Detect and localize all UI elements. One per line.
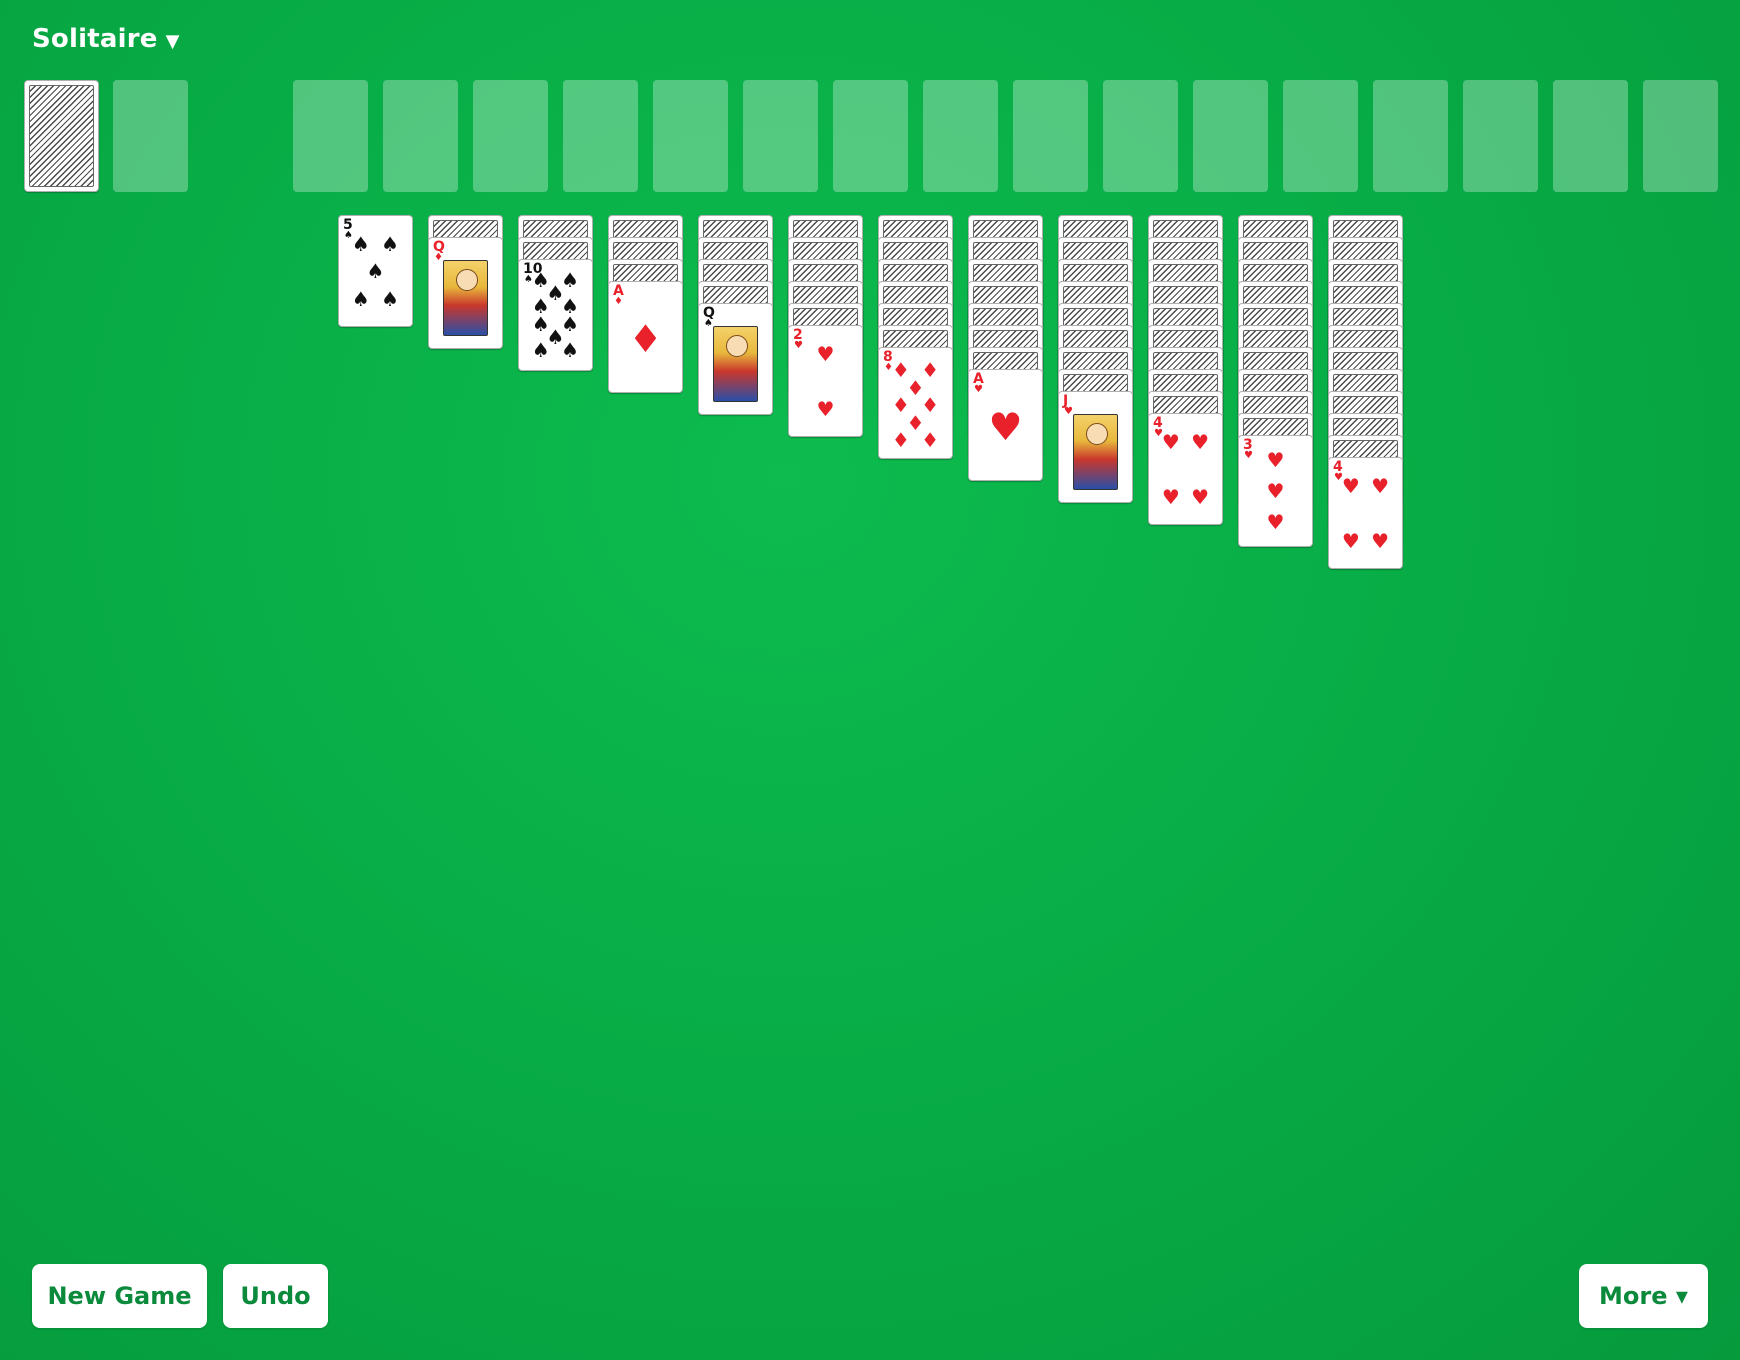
foundation-slot: [1553, 80, 1628, 192]
hearts-icon: ♥: [1161, 484, 1180, 509]
tableau-card-a-hearts[interactable]: A ♥ ♥: [968, 369, 1043, 481]
foundation-slot: [1283, 80, 1358, 192]
game-title-label: Solitaire: [32, 24, 158, 54]
spades-icon: ♠: [381, 231, 400, 256]
hearts-icon: ♥: [1266, 509, 1285, 534]
tableau-card-q-diamonds[interactable]: Q ♦: [428, 237, 503, 349]
foundation-slot: [743, 80, 818, 192]
tableau-card-4-hearts[interactable]: 4 ♥ ♥ ♥ ♥ ♥: [1328, 457, 1403, 569]
foundation-slot: [1013, 80, 1088, 192]
tableau-card-4-hearts[interactable]: 4 ♥ ♥ ♥ ♥ ♥: [1148, 413, 1223, 525]
undo-button[interactable]: Undo: [223, 1264, 328, 1328]
hearts-icon: ♥: [1266, 479, 1285, 503]
foundation-slot: [833, 80, 908, 192]
hearts-icon: ♥: [1371, 528, 1390, 553]
foundation-slot: [293, 80, 368, 192]
spades-icon: ♠: [531, 338, 550, 363]
spades-icon: ♠: [351, 286, 370, 311]
spades-icon: ♠: [366, 259, 385, 283]
new-game-button[interactable]: New Game: [32, 1264, 207, 1328]
hearts-icon: ♥: [816, 396, 835, 421]
hearts-icon: ♥: [816, 341, 835, 366]
tableau-card-a-diamonds[interactable]: A ♦ ♦: [608, 281, 683, 393]
hearts-icon: ♥: [794, 340, 803, 351]
hearts-icon: ♥: [1371, 473, 1390, 498]
diamonds-icon: ♦: [921, 428, 940, 453]
face-card-illustration: [443, 260, 488, 336]
hearts-icon: ♥: [988, 405, 1023, 450]
foundation-slot: [1643, 80, 1718, 192]
diamonds-icon: ♦: [434, 252, 443, 263]
foundation-slot: [1463, 80, 1538, 192]
foundation-slot: [653, 80, 728, 192]
hearts-icon: ♥: [1266, 448, 1285, 473]
more-menu-button[interactable]: More ▾: [1579, 1264, 1708, 1328]
diamonds-icon: ♦: [628, 317, 663, 362]
waste-slot: [113, 80, 188, 192]
diamonds-icon: ♦: [614, 296, 623, 307]
spades-icon: ♠: [381, 286, 400, 311]
spades-icon: ♠: [351, 231, 370, 256]
stock-pile[interactable]: [24, 80, 99, 192]
tableau-card-8-diamonds[interactable]: 8 ♦ ♦ ♦ ♦ ♦ ♦ ♦ ♦ ♦: [878, 347, 953, 459]
foundation-slot: [1193, 80, 1268, 192]
foundation-slot: [923, 80, 998, 192]
tableau-card-q-spades[interactable]: Q ♠: [698, 303, 773, 415]
face-card-illustration: [1073, 414, 1118, 490]
hearts-icon: ♥: [1191, 484, 1210, 509]
foundation-slot: [1373, 80, 1448, 192]
diamonds-icon: ♦: [891, 428, 910, 453]
tableau-card-5-spades[interactable]: 5 ♠ ♠ ♠ ♠ ♠ ♠: [338, 215, 413, 327]
face-card-illustration: [713, 326, 758, 402]
hearts-icon: ♥: [1161, 429, 1180, 454]
tableau-card-10-spades[interactable]: 10 ♠ ♠ ♠ ♠ ♠ ♠ ♠ ♠ ♠ ♠ ♠: [518, 259, 593, 371]
hearts-icon: ♥: [1064, 406, 1073, 417]
foundation-slot: [473, 80, 548, 192]
tableau-card-2-hearts[interactable]: 2 ♥ ♥ ♥: [788, 325, 863, 437]
hearts-icon: ♥: [974, 384, 983, 395]
foundation-slot: [563, 80, 638, 192]
game-menu-title[interactable]: Solitaire ▼: [32, 24, 180, 54]
spades-icon: ♠: [704, 318, 713, 329]
hearts-icon: ♥: [1341, 473, 1360, 498]
chevron-down-icon: ▼: [165, 31, 180, 52]
tableau-card-3-hearts[interactable]: 3 ♥ ♥ ♥ ♥: [1238, 435, 1313, 547]
spades-icon: ♠: [561, 338, 580, 363]
foundation-slot: [383, 80, 458, 192]
hearts-icon: ♥: [1341, 528, 1360, 553]
tableau-card-j-hearts[interactable]: J ♥: [1058, 391, 1133, 503]
foundation-slot: [1103, 80, 1178, 192]
hearts-icon: ♥: [1191, 429, 1210, 454]
hearts-icon: ♥: [1244, 450, 1253, 461]
